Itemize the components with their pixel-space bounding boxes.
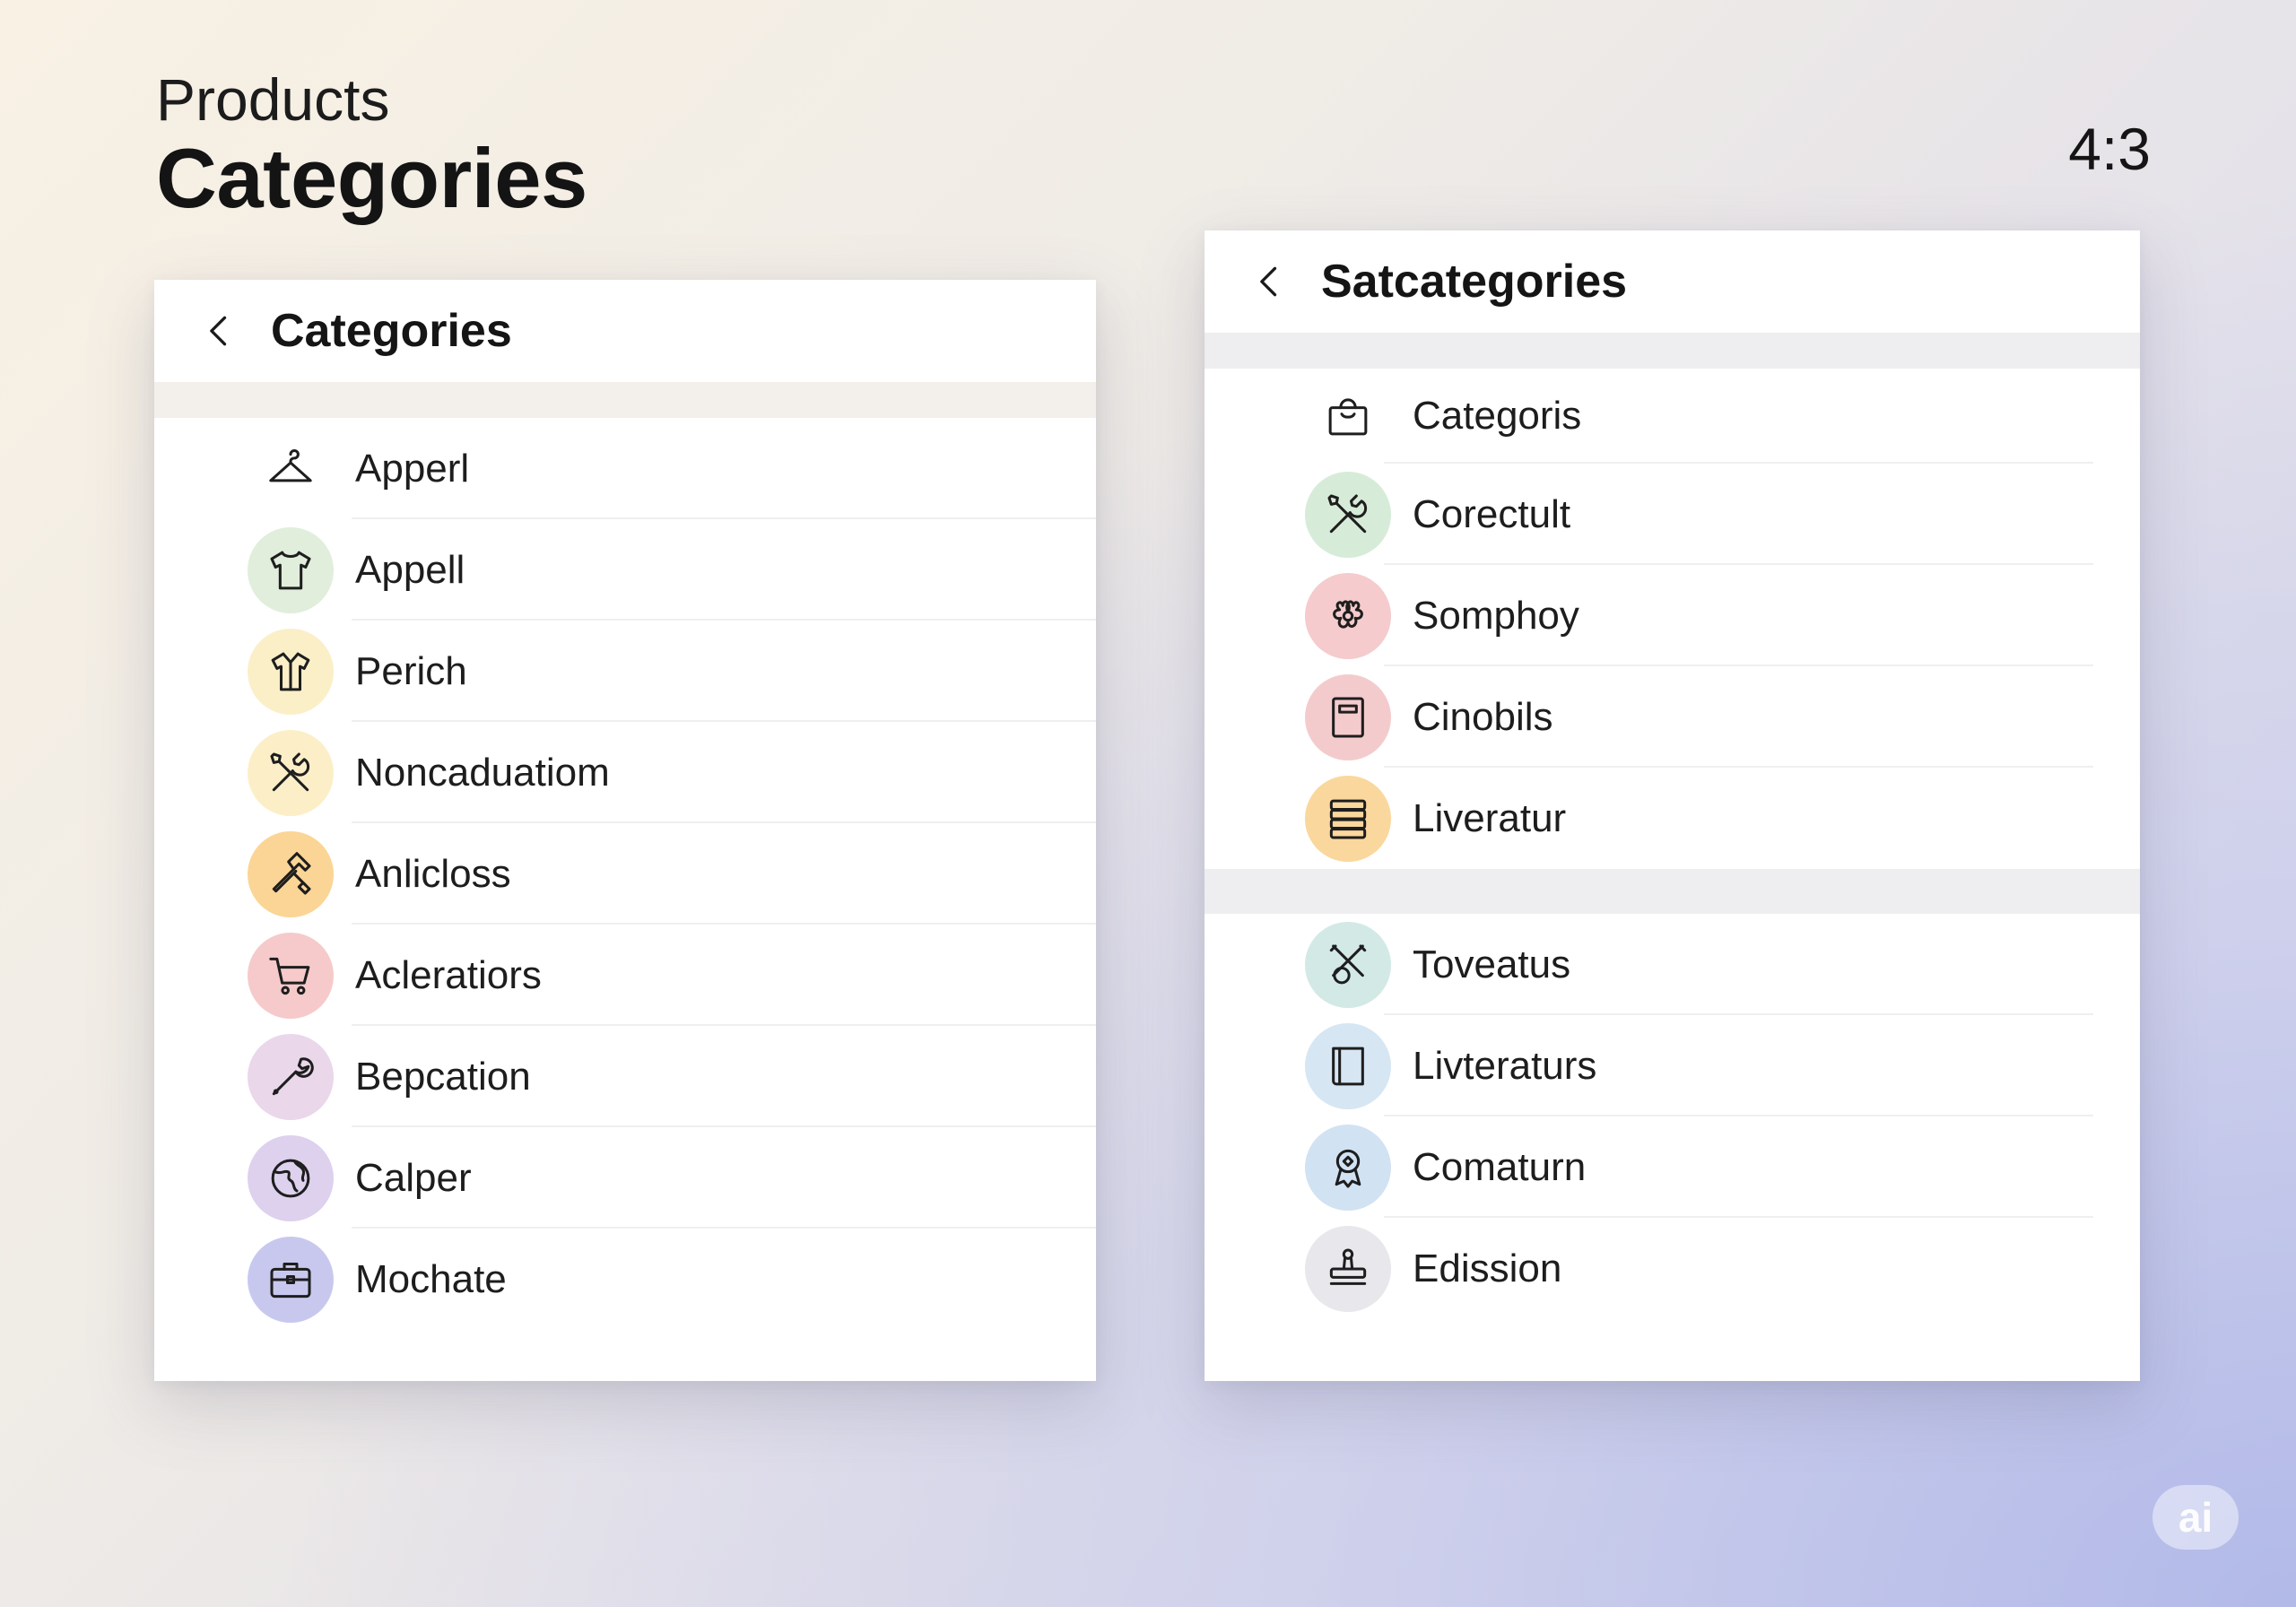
list-item-corectult[interactable]: Corectult [1205,464,2140,565]
book-icon [1332,1047,1364,1085]
list-item-label: Somphoy [1413,593,1579,638]
panel-header: Satcategories [1205,230,2140,333]
list-item-label: Mochate [355,1256,507,1301]
ai-badge: ai [2152,1485,2239,1550]
list-item-edission[interactable]: Edission [1205,1218,2140,1319]
list-item-acleratiors[interactable]: Acleratiors [154,925,1096,1026]
list-item-bepcation[interactable]: Bepcation [154,1026,1096,1127]
list-item-label: Toveatus [1413,942,1571,986]
tools-icon [270,751,310,791]
list-item-label: Cinobils [1413,694,1553,739]
list-item-label: Calper [355,1155,472,1200]
hammer-icon [272,851,311,895]
list-item-noncaduatiom[interactable]: Noncaduatiom [154,722,1096,823]
page-header: Products Categories [156,70,587,221]
list-item-label: Perich [355,648,467,693]
crossed-tools-icon [1329,943,1367,984]
list-item-cinobils[interactable]: Cinobils [1205,666,2140,768]
icon-circle [248,1236,334,1323]
icon-circle [248,830,334,917]
icon-circle [248,1134,334,1221]
list-item-appell[interactable]: Appell [154,519,1096,621]
list-item-calper[interactable]: Calper [154,1127,1096,1229]
icon-circle [1305,921,1391,1008]
stack-icon [1329,799,1367,839]
icon-circle [1305,1022,1391,1109]
icon-circle [248,729,334,816]
page-title: Categories [156,131,587,225]
list-item-perich[interactable]: Perich [154,621,1096,722]
tools-icon [1327,493,1368,533]
icon-circle [1305,1124,1391,1211]
list-item-comaturn[interactable]: Comaturn [1205,1116,2140,1218]
list-item-label: Liveratur [1413,795,1567,840]
subcategory-group-a: Categoris Corectult Somphoy Cinobils Liverat… [1205,369,2140,869]
list-item-label: Categoris [1413,394,1582,438]
shopping-bag-icon [1328,398,1368,436]
icon-circle [248,426,334,512]
award-icon [1335,1149,1361,1188]
icon-circle [1305,572,1391,659]
icon-circle [1305,471,1391,558]
icon-circle [248,932,334,1019]
list-item-anlicloss[interactable]: Anlicloss [154,823,1096,925]
category-list: Apperl Appell Perich Noncaduatiom Anlicloss A… [154,418,1096,1330]
list-item-label: Bepcation [355,1054,531,1099]
flower-icon [1333,599,1363,629]
categories-panel: Categories Apperl Appell Perich Noncaduatio… [154,280,1096,1381]
icon-circle [1305,775,1391,862]
globe-icon [271,1159,310,1197]
chevron-left-icon [1260,266,1277,297]
list-item-liveratur[interactable]: Liveratur [1205,768,2140,869]
hanger-icon [269,448,312,482]
page-eyebrow: Products [156,66,390,133]
icon-circle [1305,373,1391,459]
briefcase-icon [270,1262,311,1298]
back-button[interactable] [1240,252,1300,311]
list-item-livteraturs[interactable]: Livteraturs [1205,1015,2140,1116]
stamp-icon [1329,1247,1367,1285]
section-divider [1205,869,2140,914]
tshirt-icon [270,551,311,589]
list-item-label: Edission [1413,1246,1562,1290]
section-divider [154,382,1096,418]
list-item-somphoy[interactable]: Somphoy [1205,565,2140,666]
list-item-label: Acleratiors [355,952,542,997]
subcategories-panel: Satcategories Categoris Corectult Somphoy C… [1205,230,2140,1381]
list-item-mochate[interactable]: Mochate [154,1229,1096,1330]
cart-icon [269,957,310,995]
list-item-toveatus[interactable]: Toveatus [1205,914,2140,1015]
list-item-label: Livteraturs [1413,1043,1597,1088]
icon-circle [248,526,334,613]
back-button[interactable] [190,301,249,360]
chevron-left-icon [210,316,227,346]
panel-title: Categories [271,305,512,357]
section-divider [1205,333,2140,369]
icon-circle [248,628,334,715]
list-item-label: Anlicloss [355,851,511,896]
list-item-categoris[interactable]: Categoris [1205,369,2140,464]
shirt-icon [271,652,310,691]
list-item-label: Comaturn [1413,1144,1587,1189]
aspect-ratio-label: 4:3 [2068,116,2151,182]
list-item-apperl[interactable]: Apperl [154,418,1096,519]
list-item-label: Noncaduatiom [355,750,610,795]
list-item-label: Apperl [355,446,470,491]
panel-header: Categories [154,280,1096,382]
list-item-label: Appell [355,547,465,592]
icon-circle [1305,1225,1391,1312]
icon-circle [248,1033,334,1120]
panel-title: Satcategories [1321,256,1628,308]
list-item-label: Corectult [1413,491,1571,536]
notebook-icon [1332,696,1364,738]
icon-circle [1305,673,1391,760]
wrench-icon [272,1056,314,1095]
subcategory-group-b: Toveatus Livteraturs Comaturn Edission [1205,914,2140,1319]
